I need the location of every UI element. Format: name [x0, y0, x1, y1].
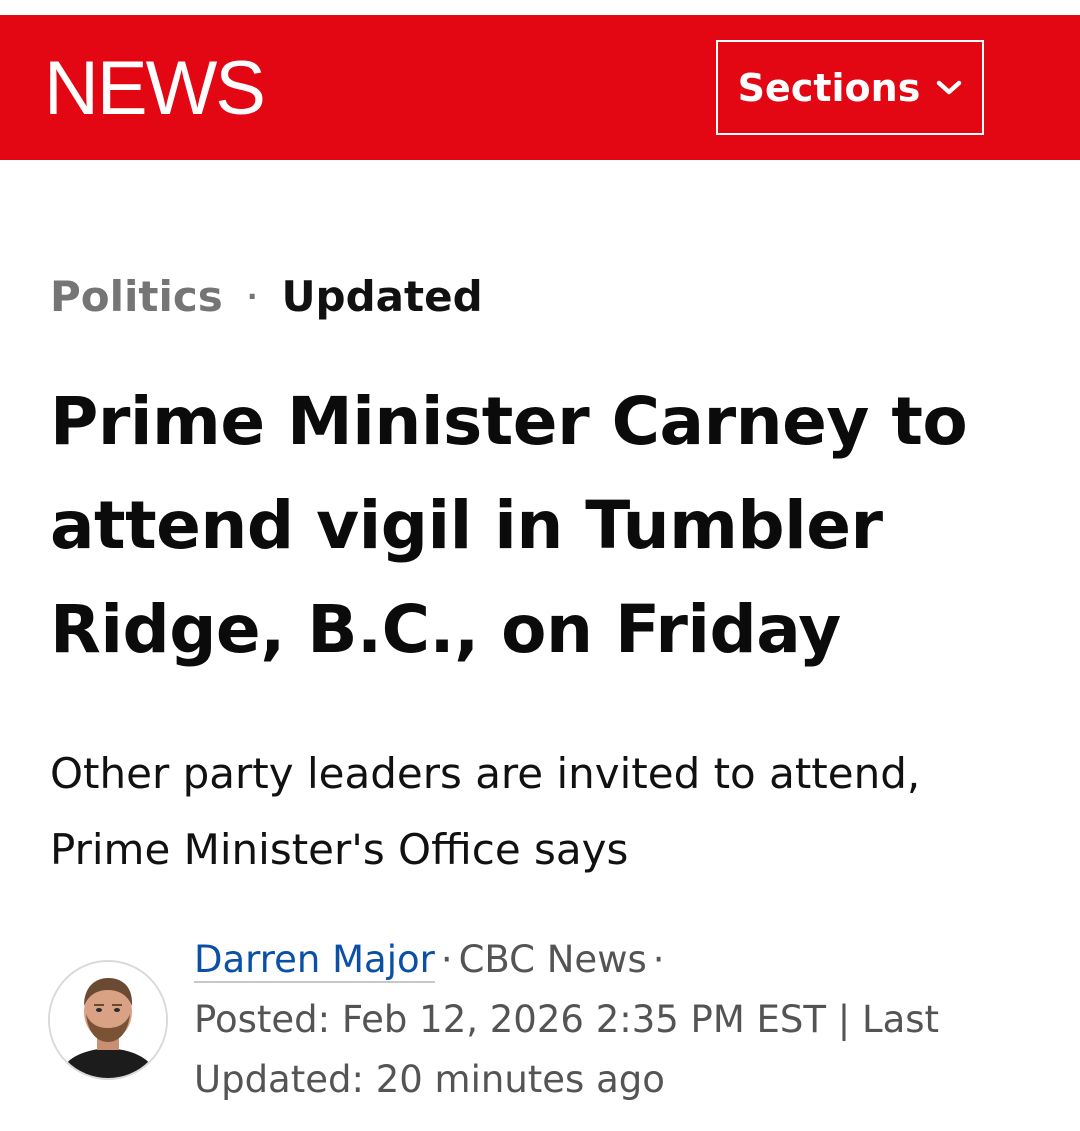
meta-separator: · [246, 280, 258, 313]
byline-dot-trailing: · [652, 938, 665, 981]
article-dek: Other party leaders are invited to atten… [50, 749, 921, 874]
author-line: Darren Major · CBC News · [194, 930, 1054, 990]
status-label: Updated [281, 272, 483, 321]
sections-button[interactable]: Sections [716, 40, 984, 135]
author-avatar[interactable] [48, 960, 168, 1080]
byline: Darren Major · CBC News · Posted: Feb 12, 2… [194, 930, 1054, 1110]
byline-dot: · [440, 938, 453, 981]
chevron-down-icon [936, 80, 962, 96]
news-logo[interactable]: NEWS [44, 51, 266, 127]
author-link[interactable]: Darren Major [194, 938, 435, 983]
category-link[interactable]: Politics [50, 272, 223, 322]
headline: Prime Minister Carney to attend vigil in… [50, 383, 968, 668]
status-strip [0, 0, 1080, 15]
site-header: NEWS Sections [0, 15, 1080, 160]
outlet-name: CBC News [458, 938, 647, 981]
article-meta: Politics · Updated [50, 272, 483, 322]
sections-label: Sections [737, 65, 921, 110]
article-page: NEWS Sections Politics · Updated Prime M… [0, 0, 1080, 1131]
posted-timestamp: Posted: Feb 12, 2026 2:35 PM EST | Last … [194, 998, 940, 1101]
